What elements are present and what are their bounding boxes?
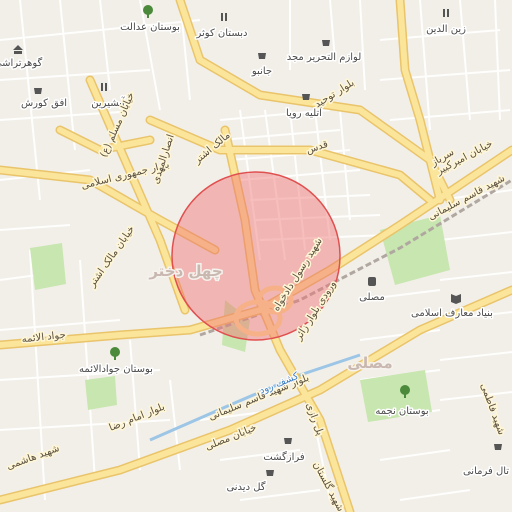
poi-label-bonyad-maaref[interactable]: بنیاد معارف اسلامی bbox=[410, 307, 495, 321]
district-label-chehel-dokhtar: چهل دختر bbox=[148, 262, 222, 281]
poi-label-janbo[interactable]: جانبو bbox=[249, 65, 273, 79]
poi-label-bustan-najmeh[interactable]: بوستان نجمه bbox=[374, 405, 430, 419]
poi-label-bustan-edalat[interactable]: بوستان عدالت bbox=[119, 21, 182, 35]
poi-label-dabestan-kowsar[interactable]: دبستان کوثر bbox=[194, 27, 249, 41]
poi-label-tal-farmani[interactable]: تال فرمانی bbox=[461, 465, 510, 479]
train-station-icon bbox=[368, 277, 376, 286]
shop-icon bbox=[322, 40, 330, 46]
poi-label-mosalla[interactable]: مصلی bbox=[358, 291, 387, 305]
shop-icon bbox=[494, 444, 502, 450]
district-label-mosalla: مصلی bbox=[347, 354, 392, 372]
poi-label-zein-aldin[interactable]: زین الدین bbox=[425, 23, 468, 37]
poi-label-gol-didani[interactable]: گل دیدنی bbox=[225, 480, 267, 495]
map-canvas[interactable]: چهل دختر مصلی بوستان عدالت دبستان کوثر ز… bbox=[0, 0, 512, 512]
shop-icon bbox=[34, 88, 42, 94]
map-view[interactable]: چهل دختر مصلی بوستان عدالت دبستان کوثر ز… bbox=[0, 0, 512, 512]
poi-label-bustan-javad-aemmeh[interactable]: بوستان جوادالائمه bbox=[78, 363, 155, 377]
shop-icon bbox=[284, 438, 292, 444]
poi-label-lavazem-tahrir-majd[interactable]: لوازم التحریر مجد bbox=[285, 51, 363, 65]
poi-label-faraz-gasht[interactable]: فرازگشت bbox=[262, 450, 307, 465]
shop-icon bbox=[258, 53, 266, 59]
poi-label-ofogh-kourosh[interactable]: افق کورش bbox=[19, 97, 68, 111]
shop-icon bbox=[302, 94, 310, 100]
poi-label-gohartashi[interactable]: گوهرتراشی bbox=[0, 56, 44, 71]
shop-icon bbox=[266, 470, 274, 476]
